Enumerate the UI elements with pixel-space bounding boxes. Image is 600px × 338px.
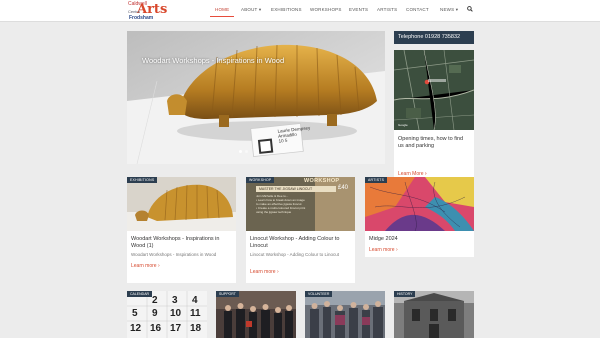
calendar-digit: 17 — [170, 323, 182, 334]
card-image-linocut-poster: WORKSHOP MASTER THE JIGSAW LINOCUT £40 J… — [246, 177, 355, 231]
bottom-card-volunteer[interactable]: VOLUNTEER — [305, 291, 385, 338]
card-tag[interactable]: EXHIBITIONS — [127, 177, 158, 183]
location-map[interactable]: Google — [394, 50, 474, 130]
card-image-armadillo — [127, 177, 236, 231]
card-linocut[interactable]: WORKSHOP MASTER THE JIGSAW LINOCUT £40 J… — [246, 177, 355, 283]
location-card[interactable]: Google Opening times, how to find us and… — [394, 50, 474, 195]
history-building-photo — [394, 291, 474, 338]
calendar-digit: 18 — [190, 323, 202, 334]
card-excerpt: Woodart Workshops - Inspirations in Wood — [131, 252, 217, 257]
support-group-photo — [216, 291, 296, 338]
calendar-digit: 9 — [152, 308, 158, 319]
location-card-text: Opening times, how to find us and parkin… — [398, 136, 464, 149]
site-logo[interactable]: Caldwell Arts Centre Frodsham — [128, 2, 167, 22]
card-excerpt: Linocut Workshop - Adding Colour to Lino… — [250, 252, 339, 257]
calendar-digit: 11 — [190, 308, 201, 319]
hero-image — [127, 31, 385, 164]
slider-dot-1[interactable] — [239, 150, 242, 153]
chevron-right-icon: › — [395, 247, 398, 253]
calendar-digit: 16 — [150, 323, 162, 334]
hero-slider[interactable]: Laurie Dempsey Armadillo 10 5 Woodart Wo… — [127, 31, 385, 164]
bottom-card-history[interactable]: HISTORY — [394, 291, 474, 338]
bottom-card-support[interactable]: SUPPORT — [216, 291, 296, 338]
search-icon[interactable] — [467, 6, 473, 12]
nav-home[interactable]: HOME — [209, 7, 235, 17]
nav-events[interactable]: EVENTS — [349, 7, 368, 12]
chevron-right-icon: › — [276, 269, 279, 275]
poster-body: Join Michelle & Dee to... • Learn how to… — [256, 194, 311, 214]
poster-title: MASTER THE JIGSAW LINOCUT — [256, 186, 336, 192]
poster-line: using the jigsaw technique — [256, 210, 292, 214]
card-title[interactable]: Midge 2024 — [369, 236, 470, 243]
svg-text:Google: Google — [398, 123, 408, 127]
card-tag[interactable]: SUPPORT — [216, 291, 239, 297]
hero-caption[interactable]: Woodart Workshops - Inspirations in Wood — [142, 56, 284, 65]
phone-banner[interactable]: Telephone 01928 735832 — [394, 31, 474, 44]
logo-text-centre: Centre — [128, 9, 141, 14]
card-tag[interactable]: ARTISTS — [365, 177, 388, 183]
learn-more-label: Learn more — [369, 247, 395, 253]
card-tag[interactable]: CALENDAR — [127, 291, 153, 297]
bottom-card-calendar[interactable]: 2 3 4 5 9 10 11 12 16 17 18 CALENDAR — [127, 291, 207, 338]
poster-heading: WORKSHOP — [304, 178, 340, 184]
card-title[interactable]: Linocut Workshop - Adding Colour to Lino… — [250, 236, 351, 250]
card-tag[interactable]: VOLUNTEER — [305, 291, 333, 297]
nav-workshops[interactable]: WORKSHOPS — [310, 7, 342, 12]
nav-artists[interactable]: ARTISTS — [377, 7, 397, 12]
card-image-abstract-painting — [365, 177, 474, 231]
nav-exhibitions[interactable]: EXHIBITIONS — [271, 7, 302, 12]
calendar-digit: 10 — [170, 308, 182, 319]
card-woodart[interactable]: EXHIBITIONS Woodart Workshops - Inspirat… — [127, 177, 236, 283]
nav-about[interactable]: ABOUT ▾ — [241, 7, 261, 13]
learn-more-label: Learn more — [131, 263, 157, 269]
card-tag[interactable]: HISTORY — [394, 291, 416, 297]
card-learn-more-link[interactable]: Learn more › — [369, 247, 398, 253]
card-midge[interactable]: ARTISTS Midge 2024 Learn more › — [365, 177, 474, 257]
logo-text-frodsham: Frodsham — [129, 15, 154, 21]
calendar-digit: 12 — [130, 323, 142, 334]
calendar-digit: 3 — [172, 295, 178, 306]
nav-contact[interactable]: CONTACT — [406, 7, 429, 12]
volunteer-crowd-photo — [305, 291, 385, 338]
calendar-digit: 5 — [132, 308, 138, 319]
card-title[interactable]: Woodart Workshops - Inspirations in Wood… — [131, 236, 232, 250]
card-learn-more-link[interactable]: Learn more › — [250, 269, 279, 275]
card-learn-more-link[interactable]: Learn more › — [131, 263, 160, 269]
chevron-right-icon: › — [157, 263, 160, 269]
card-tag[interactable]: WORKSHOP — [246, 177, 275, 183]
learn-more-label: Learn more — [250, 269, 276, 275]
calendar-digit: 2 — [152, 295, 158, 306]
top-navigation-bar: Caldwell Arts Centre Frodsham HOME ABOUT… — [0, 0, 600, 22]
nav-news[interactable]: NEWS ▾ — [440, 7, 458, 13]
poster-price: £40 — [338, 185, 349, 191]
slider-dots — [239, 150, 253, 154]
slider-dot-2[interactable] — [245, 150, 248, 153]
calendar-digits: 2 3 4 5 9 10 11 12 16 17 18 — [127, 291, 207, 338]
calendar-digit: 4 — [192, 295, 198, 306]
